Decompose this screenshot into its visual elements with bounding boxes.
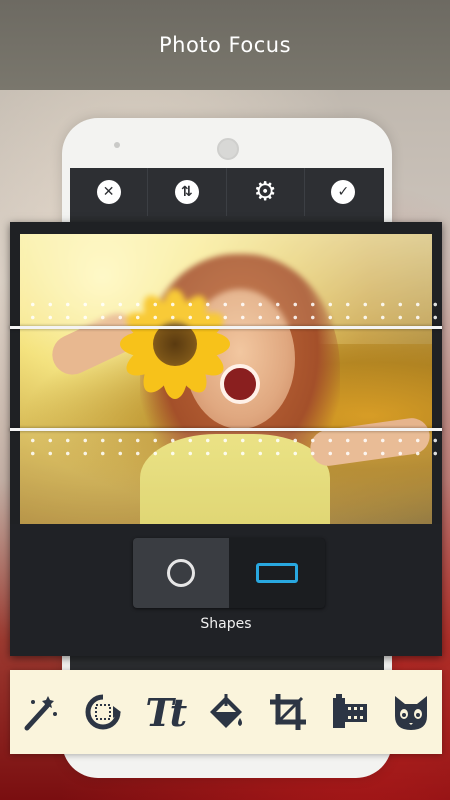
- rectangle-shape-button[interactable]: [229, 538, 325, 608]
- gear-icon: ⚙: [253, 177, 277, 207]
- circle-shape-button[interactable]: [133, 538, 229, 608]
- check-icon: ✓: [331, 180, 356, 204]
- phone-camera: [114, 142, 120, 148]
- shapes-label: Shapes: [200, 616, 252, 632]
- app-title: Photo Focus: [158, 33, 292, 57]
- shape-selector: [133, 538, 325, 608]
- blur-gradient-dots-top: [24, 298, 444, 324]
- cat-sticker-icon: [395, 696, 428, 730]
- close-icon: ✕: [96, 180, 121, 204]
- tools-bar: Tt: [10, 670, 442, 754]
- shapes-panel: Shapes: [10, 524, 442, 656]
- blur-gradient-dots-bottom: [24, 434, 444, 460]
- paint-bucket-button[interactable]: [204, 690, 248, 734]
- text-button[interactable]: Tt: [142, 689, 187, 735]
- phone-speaker: [217, 138, 239, 160]
- sticker-button[interactable]: [389, 690, 433, 734]
- text-icon: Tt: [145, 689, 187, 735]
- app-header: Photo Focus: [0, 0, 450, 90]
- photo-canvas[interactable]: [20, 234, 432, 524]
- flip-button[interactable]: ⇅: [148, 168, 227, 216]
- circle-shape-icon: [167, 559, 195, 587]
- editor-top-toolbar: ✕ ⇅ ⚙ ✓: [70, 168, 382, 216]
- crop-icon: [269, 694, 306, 730]
- film-button[interactable]: [327, 690, 371, 734]
- focus-editor-panel: Shapes: [10, 222, 444, 656]
- flip-icon: ⇅: [174, 180, 199, 204]
- magic-wand-button[interactable]: [19, 690, 63, 734]
- focus-line-bottom-handle[interactable]: [10, 428, 442, 431]
- paint-bucket-icon: [209, 694, 242, 728]
- focus-line-top-handle[interactable]: [10, 326, 442, 329]
- rotate-crop-button[interactable]: [81, 690, 125, 734]
- rotate-crop-icon: [85, 694, 121, 730]
- magic-wand-icon: [24, 696, 57, 731]
- crop-button[interactable]: [266, 690, 310, 734]
- close-button[interactable]: ✕: [70, 168, 149, 216]
- film-icon: [333, 694, 368, 728]
- settings-button[interactable]: ⚙: [227, 168, 305, 216]
- confirm-button[interactable]: ✓: [305, 168, 382, 216]
- rectangle-shape-icon: [256, 563, 298, 583]
